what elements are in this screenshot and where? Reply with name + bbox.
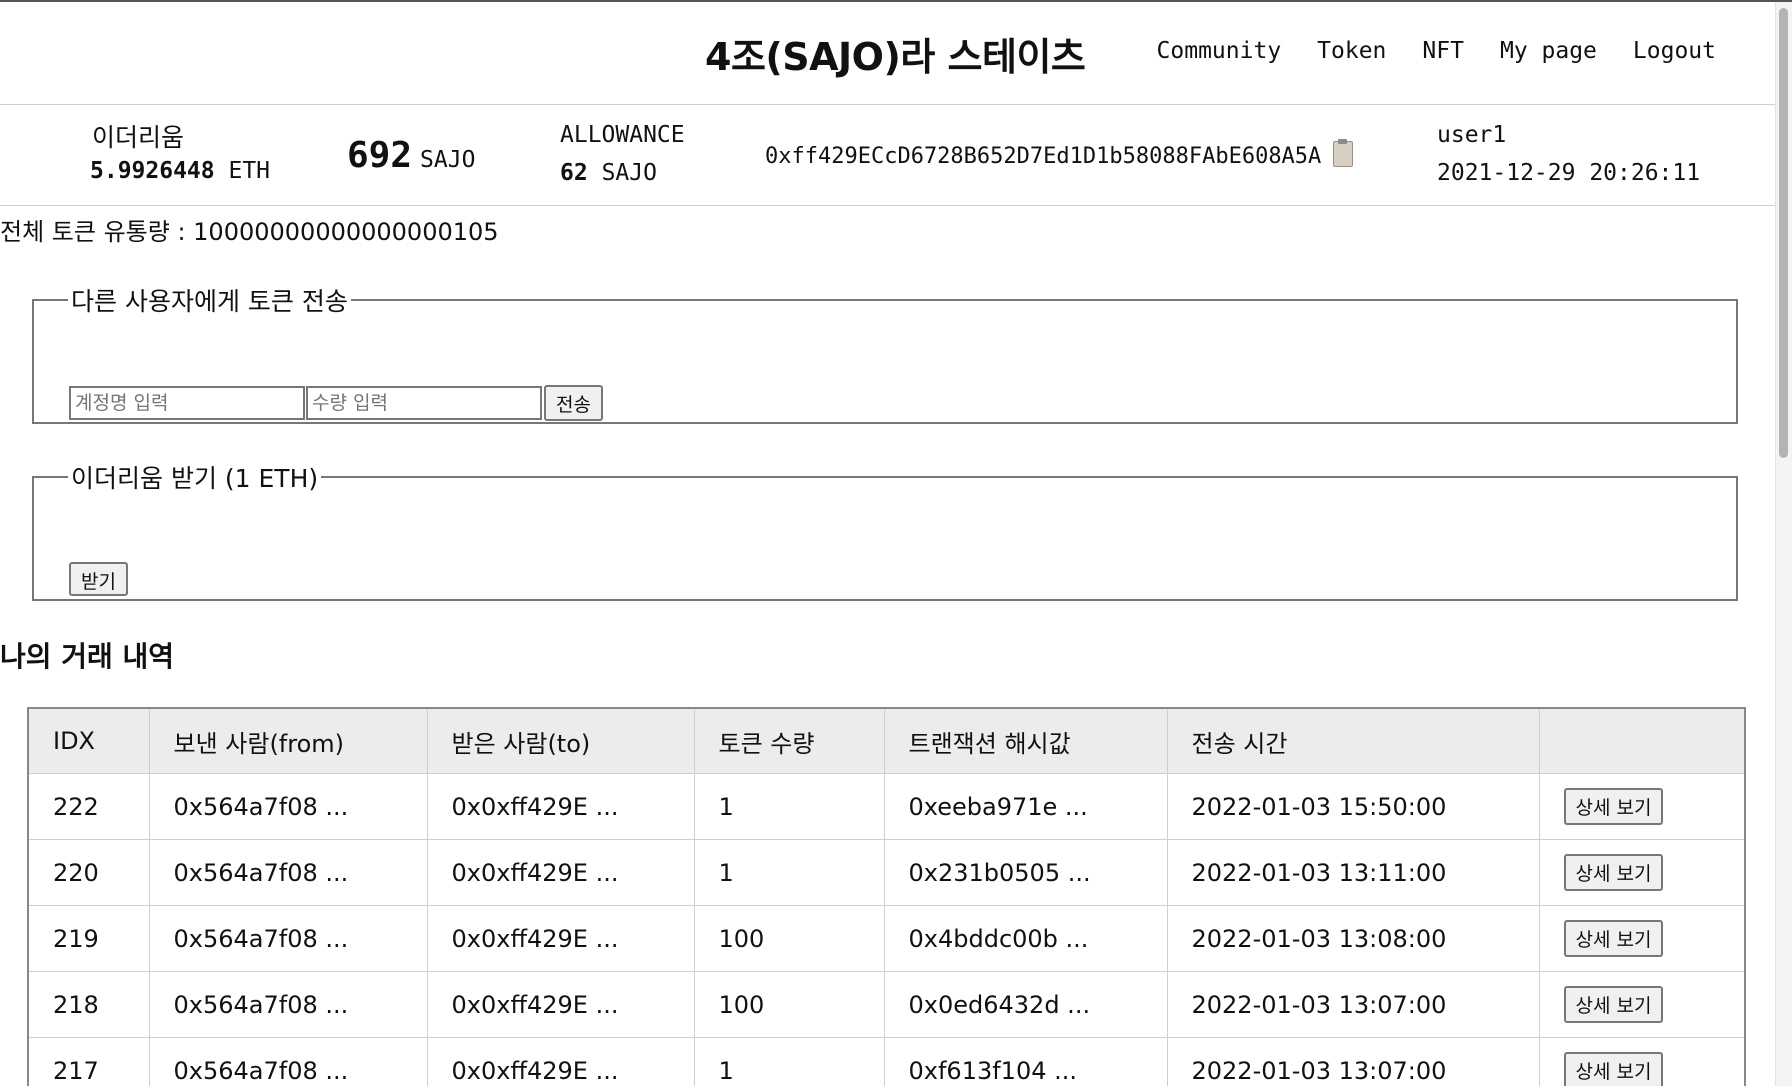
cell-action: 상세 보기 bbox=[1539, 906, 1744, 972]
history-title: 나의 거래 내역 bbox=[0, 635, 174, 675]
nav-logout[interactable]: Logout bbox=[1633, 38, 1716, 64]
column-header-to: 받은 사람(to) bbox=[427, 709, 694, 774]
faucet-fieldset: 이더리움 받기 (1 ETH) 받기 bbox=[32, 459, 1738, 601]
detail-button[interactable]: 상세 보기 bbox=[1564, 920, 1664, 957]
allowance-label: ALLOWANCE bbox=[560, 122, 685, 148]
total-supply: 전체 토큰 유통량 : 10000000000000000105 bbox=[0, 212, 499, 247]
cell-hash: 0x4bddc00b ... bbox=[884, 906, 1167, 972]
detail-button[interactable]: 상세 보기 bbox=[1564, 788, 1664, 825]
transfer-fieldset: 다른 사용자에게 토큰 전송 전송 bbox=[32, 282, 1738, 424]
sajo-amount: 692 bbox=[347, 135, 412, 176]
faucet-legend: 이더리움 받기 (1 ETH) bbox=[68, 459, 321, 495]
login-time: 2021-12-29 20:26:11 bbox=[1437, 160, 1700, 186]
cell-time: 2022-01-03 13:08:00 bbox=[1167, 906, 1539, 972]
column-header-hash: 트랜잭션 해시값 bbox=[884, 709, 1167, 774]
receive-eth-button[interactable]: 받기 bbox=[69, 562, 128, 596]
nav-community[interactable]: Community bbox=[1157, 38, 1282, 64]
column-header-from: 보낸 사람(from) bbox=[149, 709, 427, 774]
cell-idx: 218 bbox=[29, 972, 149, 1038]
nav-my-page[interactable]: My page bbox=[1500, 38, 1597, 64]
eth-label: 이더리움 bbox=[92, 118, 184, 154]
cell-hash: 0x0ed6432d ... bbox=[884, 972, 1167, 1038]
user-name: user1 bbox=[1437, 122, 1506, 148]
cell-to: 0x0xff429E ... bbox=[427, 840, 694, 906]
cell-from: 0x564a7f08 ... bbox=[149, 1038, 427, 1086]
detail-button[interactable]: 상세 보기 bbox=[1564, 854, 1664, 891]
wallet-address-block: 0xff429ECcD6728B652D7Ed1D1b58088FAbE608A… bbox=[765, 141, 1353, 169]
table-row: 218 0x564a7f08 ... 0x0xff429E ... 100 0x… bbox=[29, 972, 1744, 1038]
table-header-row: IDX 보낸 사람(from) 받은 사람(to) 토큰 수량 트랜잭션 해시값… bbox=[29, 709, 1744, 774]
wallet-info-bar: 이더리움 5.9926448 ETH 692 SAJO ALLOWANCE 62 … bbox=[0, 105, 1776, 206]
cell-to: 0x0xff429E ... bbox=[427, 1038, 694, 1086]
sajo-balance: 692 SAJO bbox=[347, 135, 475, 176]
cell-from: 0x564a7f08 ... bbox=[149, 906, 427, 972]
cell-amount: 1 bbox=[694, 774, 884, 840]
nav-token[interactable]: Token bbox=[1317, 38, 1386, 64]
cell-from: 0x564a7f08 ... bbox=[149, 972, 427, 1038]
cell-to: 0x0xff429E ... bbox=[427, 972, 694, 1038]
cell-time: 2022-01-03 13:07:00 bbox=[1167, 972, 1539, 1038]
cell-idx: 219 bbox=[29, 906, 149, 972]
detail-button[interactable]: 상세 보기 bbox=[1564, 986, 1664, 1023]
main-nav: Community Token NFT My page Logout bbox=[1157, 38, 1716, 64]
eth-unit: ETH bbox=[228, 158, 270, 184]
table-row: 219 0x564a7f08 ... 0x0xff429E ... 100 0x… bbox=[29, 906, 1744, 972]
cell-action: 상세 보기 bbox=[1539, 774, 1744, 840]
cell-idx: 222 bbox=[29, 774, 149, 840]
cell-from: 0x564a7f08 ... bbox=[149, 774, 427, 840]
column-header-action bbox=[1539, 709, 1744, 774]
sajo-unit: SAJO bbox=[420, 147, 475, 173]
wallet-address: 0xff429ECcD6728B652D7Ed1D1b58088FAbE608A… bbox=[765, 144, 1321, 169]
cell-action: 상세 보기 bbox=[1539, 1038, 1744, 1086]
column-header-time: 전송 시간 bbox=[1167, 709, 1539, 774]
history-table: IDX 보낸 사람(from) 받은 사람(to) 토큰 수량 트랜잭션 해시값… bbox=[29, 709, 1744, 1086]
column-header-idx: IDX bbox=[29, 709, 149, 774]
column-header-amount: 토큰 수량 bbox=[694, 709, 884, 774]
cell-idx: 220 bbox=[29, 840, 149, 906]
scrollbar-thumb[interactable] bbox=[1779, 8, 1788, 458]
cell-hash: 0x231b0505 ... bbox=[884, 840, 1167, 906]
send-button[interactable]: 전송 bbox=[544, 385, 603, 421]
cell-hash: 0xeeba971e ... bbox=[884, 774, 1167, 840]
site-header: 4조(SAJO)라 스테이츠 Community Token NFT My pa… bbox=[0, 2, 1776, 105]
nav-nft[interactable]: NFT bbox=[1422, 38, 1464, 64]
cell-time: 2022-01-03 15:50:00 bbox=[1167, 774, 1539, 840]
transfer-legend: 다른 사용자에게 토큰 전송 bbox=[68, 282, 351, 318]
cell-time: 2022-01-03 13:11:00 bbox=[1167, 840, 1539, 906]
allowance-unit: SAJO bbox=[602, 160, 657, 186]
cell-amount: 1 bbox=[694, 1038, 884, 1086]
page-scrollbar[interactable] bbox=[1775, 2, 1792, 1086]
cell-amount: 1 bbox=[694, 840, 884, 906]
table-row: 220 0x564a7f08 ... 0x0xff429E ... 1 0x23… bbox=[29, 840, 1744, 906]
cell-idx: 217 bbox=[29, 1038, 149, 1086]
clipboard-icon[interactable] bbox=[1333, 141, 1353, 167]
cell-to: 0x0xff429E ... bbox=[427, 906, 694, 972]
transfer-form: 전송 bbox=[69, 386, 603, 421]
account-input[interactable] bbox=[69, 386, 305, 420]
allowance-value: 62 SAJO bbox=[560, 160, 657, 186]
cell-from: 0x564a7f08 ... bbox=[149, 840, 427, 906]
cell-to: 0x0xff429E ... bbox=[427, 774, 694, 840]
eth-balance: 5.9926448 ETH bbox=[90, 158, 270, 184]
cell-amount: 100 bbox=[694, 972, 884, 1038]
cell-time: 2022-01-03 13:07:00 bbox=[1167, 1038, 1539, 1086]
amount-input[interactable] bbox=[306, 386, 542, 420]
cell-action: 상세 보기 bbox=[1539, 840, 1744, 906]
history-table-wrapper: IDX 보낸 사람(from) 받은 사람(to) 토큰 수량 트랜잭션 해시값… bbox=[27, 707, 1746, 1086]
cell-action: 상세 보기 bbox=[1539, 972, 1744, 1038]
allowance-amount: 62 bbox=[560, 160, 588, 186]
cell-hash: 0xf613f104 ... bbox=[884, 1038, 1167, 1086]
table-row: 217 0x564a7f08 ... 0x0xff429E ... 1 0xf6… bbox=[29, 1038, 1744, 1086]
eth-amount: 5.9926448 bbox=[90, 158, 215, 184]
site-title: 4조(SAJO)라 스테이츠 bbox=[705, 26, 1085, 81]
detail-button[interactable]: 상세 보기 bbox=[1564, 1052, 1664, 1086]
table-row: 222 0x564a7f08 ... 0x0xff429E ... 1 0xee… bbox=[29, 774, 1744, 840]
cell-amount: 100 bbox=[694, 906, 884, 972]
